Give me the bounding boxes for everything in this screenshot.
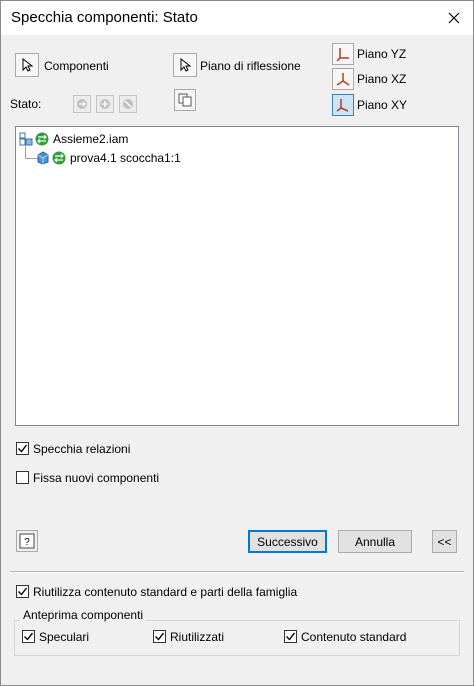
reuse-standard-label: Riutilizza contenuto standard e parti de… (33, 585, 298, 599)
component-tree[interactable]: Assieme2.iam prova4.1 scoccha1:1 (15, 126, 459, 426)
status-exclude-button[interactable] (119, 95, 137, 113)
preview-reused-label: Riutilizzati (170, 630, 225, 644)
cursor-arrow-icon (22, 58, 33, 72)
preview-standard-content-checkbox[interactable] (284, 630, 297, 643)
collapse-button[interactable]: << (432, 530, 457, 553)
copy-status-button[interactable] (174, 89, 196, 111)
preview-group-title: Anteprima componenti (20, 608, 147, 622)
checkmark-icon (18, 444, 28, 453)
preview-reused-checkbox[interactable] (153, 630, 166, 643)
cancel-button[interactable]: Annulla (338, 530, 412, 553)
close-icon (448, 12, 460, 24)
mirror-relations-checkbox[interactable] (16, 442, 29, 455)
plane-xy-button[interactable] (332, 94, 354, 116)
help-glyph: ? (24, 537, 30, 548)
assembly-icon (19, 132, 33, 146)
checkmark-icon (18, 587, 28, 596)
plane-xy-icon (336, 99, 349, 112)
mirror-relations-label: Specchia relazioni (33, 442, 131, 456)
reuse-status-icon (100, 99, 110, 109)
components-label: Componenti (44, 59, 109, 73)
checkmark-icon (24, 632, 34, 641)
preview-standard-content-label: Contenuto standard (301, 630, 407, 644)
plane-yz-icon (336, 48, 349, 62)
close-button[interactable] (437, 3, 471, 33)
plane-xz-button[interactable] (332, 68, 354, 90)
mirror-status-icon (35, 132, 49, 146)
mirror-plane-label: Piano di riflessione (200, 59, 301, 73)
select-components-button[interactable] (15, 53, 39, 77)
help-button[interactable]: ? (16, 530, 38, 552)
status-label: Stato: (10, 97, 42, 111)
cursor-arrow-icon (180, 58, 191, 72)
fix-new-components-label: Fissa nuovi componenti (33, 471, 160, 485)
reuse-standard-checkbox[interactable] (16, 585, 29, 598)
preview-mirrored-label: Speculari (39, 630, 90, 644)
checkmark-icon (286, 632, 296, 641)
part-icon (37, 151, 49, 165)
preview-mirrored-checkbox[interactable] (22, 630, 35, 643)
plane-yz-label: Piano YZ (357, 47, 407, 61)
mirror-status-icon (52, 151, 66, 165)
plane-yz-button[interactable] (332, 43, 354, 65)
status-mirror-button[interactable] (73, 95, 91, 113)
next-button[interactable]: Successivo (248, 530, 327, 553)
fix-new-components-checkbox[interactable] (16, 471, 29, 484)
tree-child-label: prova4.1 scoccha1:1 (70, 151, 181, 165)
title-bar: Specchia componenti: Stato (1, 1, 473, 35)
select-mirror-plane-button[interactable] (173, 53, 197, 77)
tree-child-row[interactable]: prova4.1 scoccha1:1 (36, 149, 181, 167)
status-reuse-button[interactable] (96, 95, 114, 113)
help-icon: ? (19, 533, 35, 549)
tree-root-label: Assieme2.iam (53, 132, 129, 146)
plane-xz-label: Piano XZ (357, 72, 407, 86)
plane-xz-icon (336, 73, 350, 86)
copy-icon (178, 93, 192, 107)
separator (10, 571, 464, 573)
mirror-status-icon (77, 99, 87, 109)
plane-xy-label: Piano XY (357, 98, 408, 112)
exclude-status-icon (123, 99, 133, 109)
dialog-title: Specchia componenti: Stato (11, 9, 198, 26)
checkmark-icon (155, 632, 165, 641)
